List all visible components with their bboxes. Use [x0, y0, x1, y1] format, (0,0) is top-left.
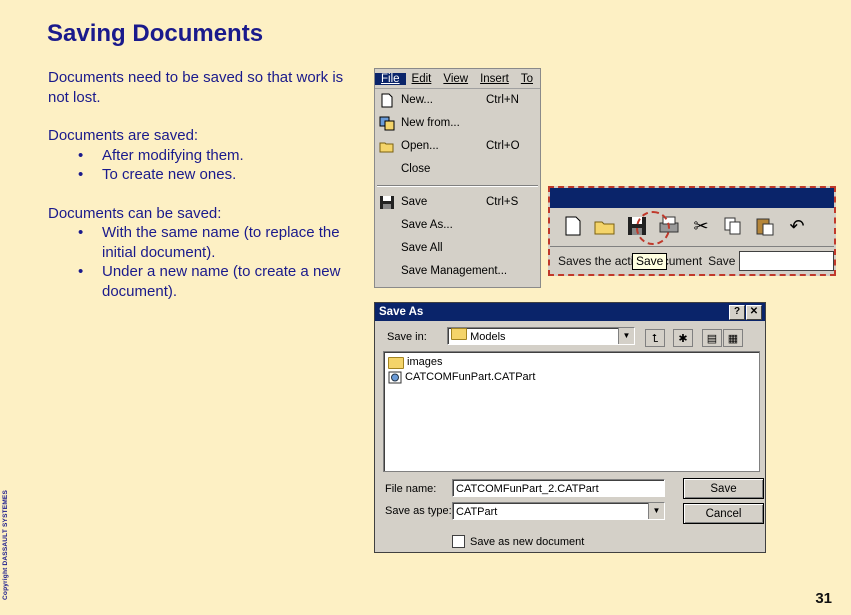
- new-document-icon[interactable]: [562, 215, 584, 237]
- new-from-icon: [379, 116, 395, 131]
- list-view-icon[interactable]: ▤: [702, 329, 722, 347]
- menu-item-label: Save: [401, 196, 428, 208]
- copy-icon[interactable]: [722, 215, 744, 237]
- menu-item-accel: Ctrl+N: [486, 94, 519, 106]
- save-type-label: Save as type:: [385, 505, 452, 517]
- new-folder-icon[interactable]: ✱: [673, 329, 693, 347]
- chevron-down-icon: ▼: [648, 503, 664, 519]
- up-folder-icon[interactable]: ⮤: [645, 329, 665, 347]
- status-label: Save: [708, 254, 736, 268]
- save-type-value: CATPart: [456, 506, 498, 518]
- catpart-file-icon: [388, 371, 402, 384]
- open-folder-icon: [379, 142, 394, 153]
- folder-icon: [451, 328, 467, 340]
- highlight-ring: [636, 211, 670, 245]
- open-folder-icon[interactable]: [594, 215, 616, 237]
- menu-item-label: Save Management...: [401, 265, 508, 277]
- save-tooltip: Save: [632, 253, 668, 270]
- close-icon[interactable]: ✕: [746, 305, 762, 320]
- file-name: CATCOMFunPart.CATPart: [405, 371, 536, 383]
- help-icon[interactable]: ?: [729, 305, 745, 320]
- menu-item-label: New from...: [401, 117, 460, 129]
- checkbox-box[interactable]: [452, 535, 465, 548]
- list-item[interactable]: images: [388, 355, 442, 370]
- menu-file[interactable]: File: [375, 72, 406, 85]
- copyright-text: Copyright DASSAULT SYSTEMES: [2, 489, 9, 600]
- list-item: Under a new name (to create a new docume…: [48, 262, 348, 301]
- menu-item-open[interactable]: Open... Ctrl+O: [375, 135, 540, 158]
- file-name-label: File name:: [385, 483, 437, 495]
- slide-title: Saving Documents: [47, 20, 264, 47]
- file-menu: File Edit View Insert To New... Ctrl+N N…: [374, 68, 541, 288]
- dialog-title: Save As: [379, 306, 424, 318]
- chevron-down-icon: ▼: [618, 328, 634, 344]
- standard-toolbar: ✂ ↶ Saves the active document Save Save: [548, 186, 836, 276]
- status-text: Saves the active document: [558, 254, 703, 268]
- menu-item-label: New...: [401, 94, 433, 106]
- file-name-input[interactable]: CATCOMFunPart_2.CATPart: [452, 479, 665, 497]
- menu-tools[interactable]: To: [515, 73, 539, 85]
- undo-icon[interactable]: ↶: [786, 215, 808, 237]
- page-number: 31: [815, 590, 832, 607]
- slide-body: Documents need to be saved so that work …: [48, 68, 348, 301]
- paste-icon[interactable]: [754, 215, 776, 237]
- menu-item-label: Close: [401, 163, 431, 175]
- save-type-select[interactable]: CATPart ▼: [452, 502, 665, 520]
- menu-item-new[interactable]: New... Ctrl+N: [375, 89, 540, 112]
- can-list: With the same name (to replace the initi…: [48, 223, 348, 301]
- file-name-value: CATCOMFunPart_2.CATPart: [456, 483, 599, 495]
- menu-item-close[interactable]: Close: [375, 158, 540, 181]
- save-as-dialog: Save As ? ✕ Save in: Models ▼ ⮤ ✱ ▤ ▦ im…: [374, 302, 766, 553]
- menu-item-save[interactable]: Save Ctrl+S: [375, 191, 540, 214]
- dialog-title-bar: Save As ? ✕: [375, 303, 765, 321]
- save-in-select[interactable]: Models ▼: [447, 327, 635, 345]
- command-input[interactable]: [739, 251, 834, 271]
- menu-item-accel: Ctrl+O: [486, 140, 520, 152]
- status-bar: Saves the active document Save: [550, 246, 834, 274]
- checkbox-label: Save as new document: [470, 535, 585, 548]
- menu-bar: File Edit View Insert To: [375, 69, 540, 89]
- menu-item-label: Save As...: [401, 219, 453, 231]
- save-in-label: Save in:: [387, 331, 427, 343]
- menu-insert[interactable]: Insert: [474, 73, 515, 85]
- menu-item-label: Save All: [401, 242, 443, 254]
- list-item: With the same name (to replace the initi…: [48, 223, 348, 262]
- can-heading: Documents can be saved:: [48, 204, 222, 222]
- saved-list: After modifying them. To create new ones…: [48, 146, 348, 185]
- cancel-button[interactable]: Cancel: [683, 503, 764, 524]
- save-in-value: Models: [470, 331, 506, 343]
- list-item: After modifying them.: [48, 146, 348, 166]
- folder-icon: [388, 356, 404, 369]
- file-name: images: [407, 356, 443, 368]
- toolbar-title-bar: [550, 188, 834, 208]
- menu-separator: [377, 185, 538, 187]
- new-document-checkbox[interactable]: Save as new document: [452, 535, 584, 548]
- list-item[interactable]: CATCOMFunPart.CATPart: [388, 370, 535, 385]
- details-view-icon[interactable]: ▦: [723, 329, 743, 347]
- menu-item-new-from[interactable]: New from...: [375, 112, 540, 135]
- menu-item-save-as[interactable]: Save As...: [375, 214, 540, 237]
- save-disk-icon: [380, 196, 394, 209]
- file-list: images CATCOMFunPart.CATPart: [383, 351, 760, 472]
- menu-edit[interactable]: Edit: [406, 73, 438, 85]
- cut-icon[interactable]: ✂: [690, 215, 712, 237]
- saved-heading: Documents are saved:: [48, 127, 199, 144]
- menu-item-label: Open...: [401, 140, 439, 152]
- intro-text: Documents need to be saved so that work …: [48, 69, 344, 106]
- menu-item-accel: Ctrl+S: [486, 196, 519, 208]
- list-item: To create new ones.: [48, 165, 348, 185]
- menu-item-save-all[interactable]: Save All: [375, 237, 540, 260]
- new-document-icon: [381, 93, 393, 108]
- menu-view[interactable]: View: [437, 73, 474, 85]
- save-button[interactable]: Save: [683, 478, 764, 499]
- menu-item-save-management[interactable]: Save Management...: [375, 260, 540, 283]
- toolbar-icons: ✂ ↶: [550, 208, 834, 245]
